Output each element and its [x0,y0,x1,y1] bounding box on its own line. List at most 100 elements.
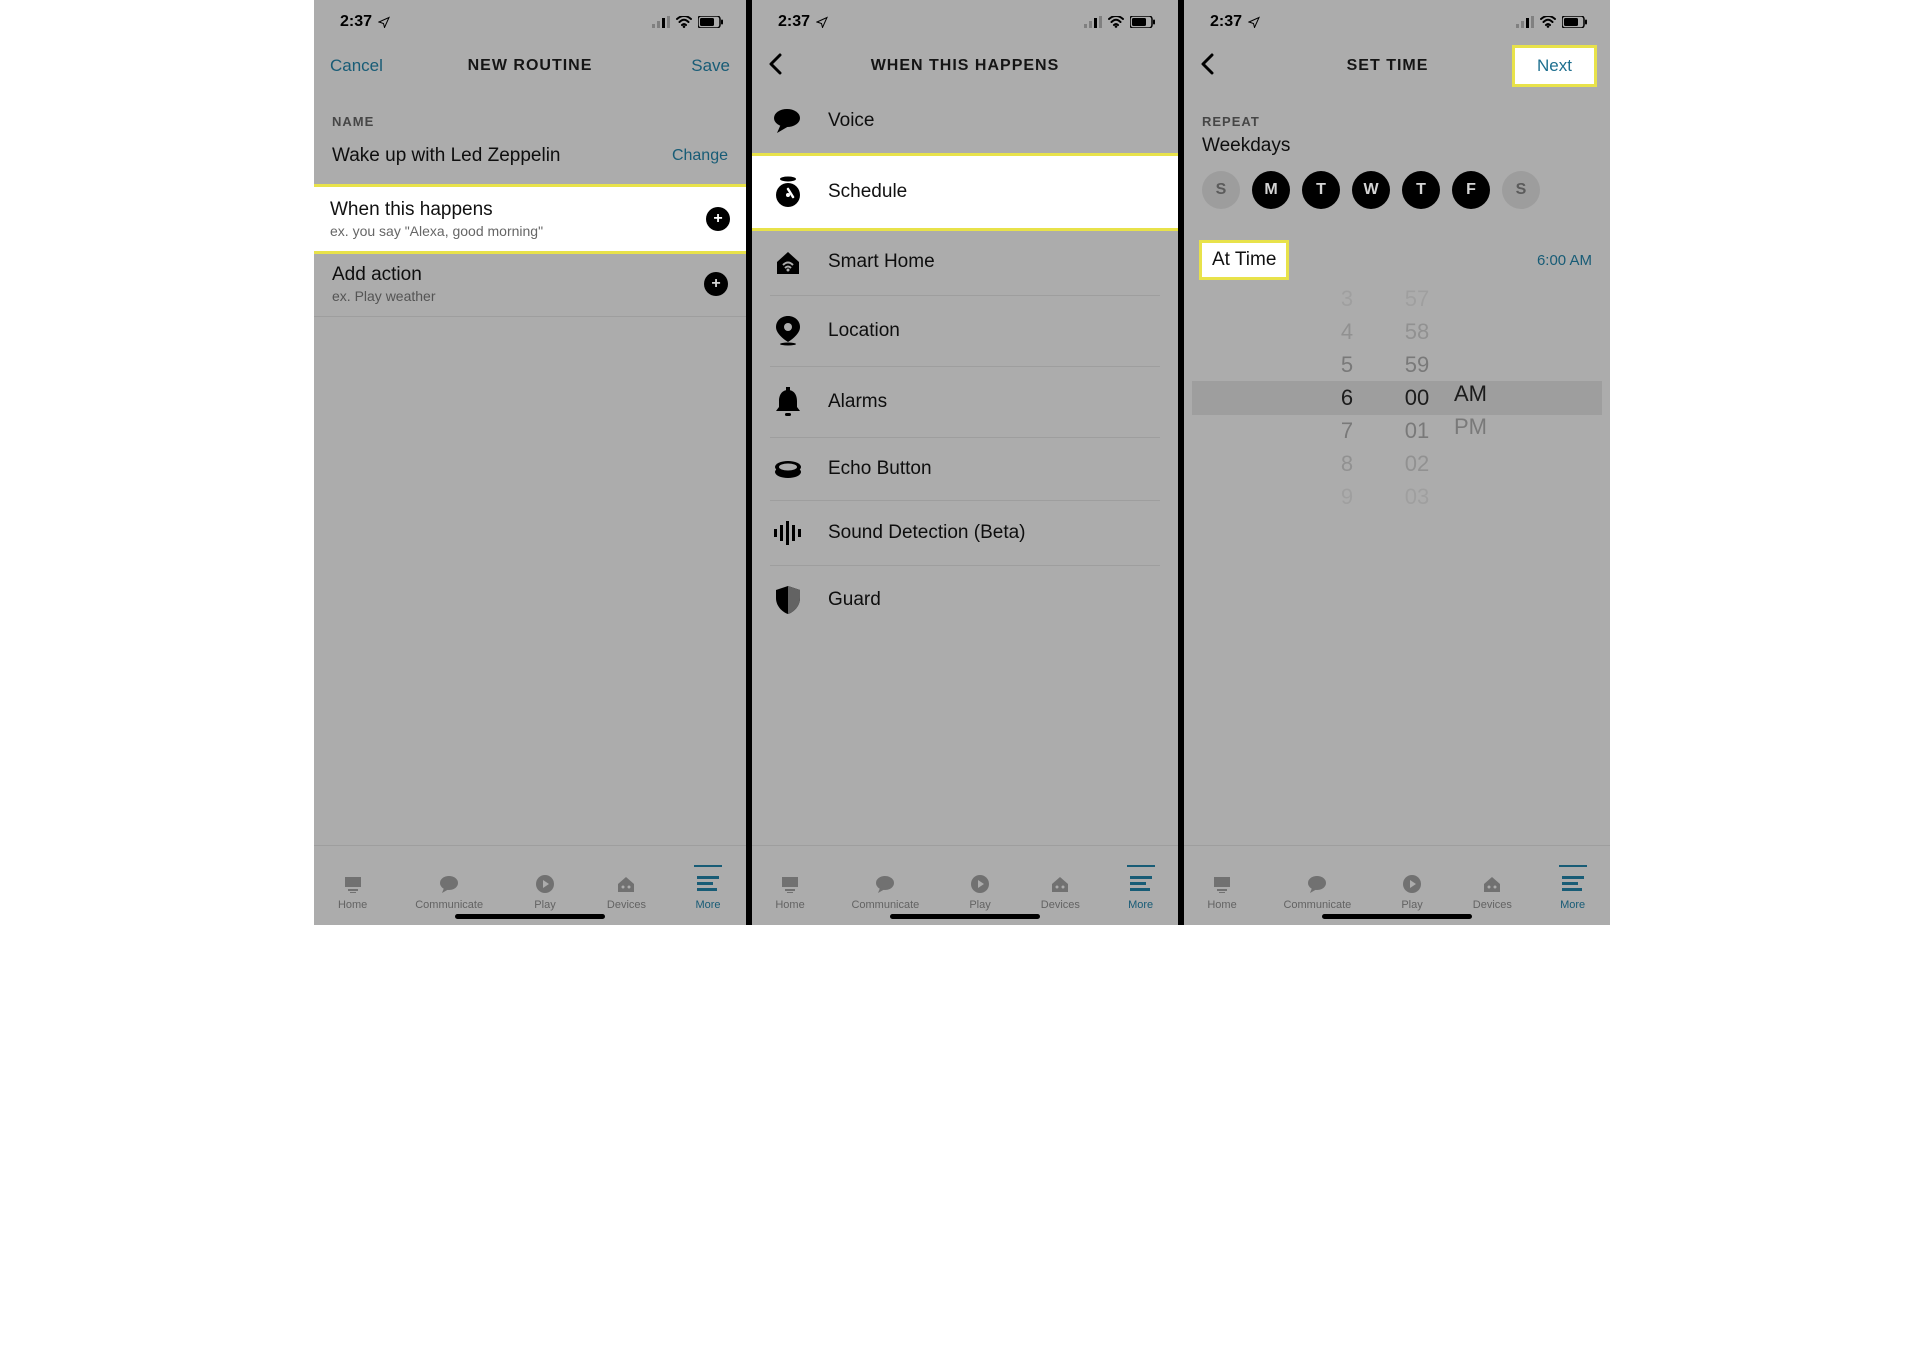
tab-communicate[interactable]: Communicate [1283,865,1351,911]
echo-button-icon [773,459,803,479]
wifi-icon [1108,16,1124,28]
trigger-guard[interactable]: Guard [770,566,1160,634]
trigger-schedule[interactable]: Schedule [752,155,1178,229]
location-arrow-icon [816,16,828,28]
tab-communicate[interactable]: Communicate [851,865,919,911]
devices-icon [1049,874,1071,894]
tab-home[interactable]: Home [338,865,367,911]
trigger-smart-home[interactable]: Smart Home [770,229,1160,296]
day-wed[interactable]: W [1352,171,1390,209]
tab-more[interactable]: More [694,865,722,911]
repeat-value: Weekdays [1184,135,1610,171]
day-picker: S M T W T F S [1184,171,1610,227]
more-icon [1562,876,1584,892]
page-title: NEW ROUTINE [390,57,670,75]
routine-name: Wake up with Led Zeppelin [332,145,560,167]
smart-home-icon [773,249,803,275]
screen-new-routine: 2:37 Cancel NEW ROUTINE Save NAME Wake u… [314,0,746,925]
cancel-button[interactable]: Cancel [330,56,390,76]
day-fri[interactable]: F [1452,171,1490,209]
at-time-row: At Time 6:00 AM [1184,227,1610,293]
tab-play[interactable]: Play [531,865,559,911]
home-icon [1211,875,1233,893]
day-thu[interactable]: T [1402,171,1440,209]
cellular-icon [1516,16,1534,28]
add-trigger-button[interactable]: + [706,207,730,231]
tab-bar: Home Communicate Play Devices More [314,845,746,925]
picker-minutes[interactable]: 57 58 59 00 01 02 03 [1382,297,1452,497]
tab-home[interactable]: Home [775,865,804,911]
home-indicator[interactable] [890,914,1040,919]
repeat-label: REPEAT [1184,88,1610,135]
battery-icon [698,16,724,28]
tab-communicate[interactable]: Communicate [415,865,483,911]
location-arrow-icon [1248,16,1260,28]
change-button[interactable]: Change [672,147,728,165]
status-bar: 2:37 [1184,0,1610,44]
wifi-icon [1540,16,1556,28]
header: Cancel NEW ROUTINE Save [314,44,746,88]
screen-set-time: 2:37 SET TIME Next REPEAT Weekdays S M T… [1178,0,1610,925]
schedule-icon [773,176,803,208]
day-tue[interactable]: T [1302,171,1340,209]
picker-hours[interactable]: 3 4 5 6 7 8 9 [1312,297,1382,497]
location-icon [776,316,800,346]
tab-play[interactable]: Play [1398,865,1426,911]
wifi-icon [676,16,692,28]
save-button[interactable]: Save [670,56,730,76]
voice-icon [773,108,803,134]
day-sun[interactable]: S [1202,171,1240,209]
sound-icon [773,521,803,545]
trigger-location[interactable]: Location [770,296,1160,367]
at-time-value[interactable]: 6:00 AM [1537,252,1592,269]
time-picker[interactable]: 3 4 5 6 7 8 9 57 58 59 00 01 02 03 [1192,297,1602,497]
at-time-label: At Time [1202,243,1286,277]
home-indicator[interactable] [455,914,605,919]
alarm-icon [775,387,801,417]
tab-play[interactable]: Play [966,865,994,911]
trigger-voice[interactable]: Voice [770,88,1160,155]
when-this-happens-row[interactable]: When this happens ex. you say "Alexa, go… [314,186,746,252]
trigger-echo-button[interactable]: Echo Button [770,438,1160,501]
add-action-button[interactable]: + [704,272,728,296]
day-sat[interactable]: S [1502,171,1540,209]
home-icon [779,875,801,893]
tab-more[interactable]: More [1559,865,1587,911]
add-action-title: Add action [332,264,436,286]
back-button[interactable] [1200,53,1260,80]
status-bar: 2:37 [752,0,1178,44]
tab-home[interactable]: Home [1207,865,1236,911]
tab-devices[interactable]: Devices [607,865,646,911]
trigger-sound-detection[interactable]: Sound Detection (Beta) [770,501,1160,566]
chat-icon [438,875,460,893]
play-icon [970,874,990,894]
screen-when-this-happens: 2:37 WHEN THIS HAPPENS Voice Schedule Sm… [746,0,1178,925]
play-icon [535,874,555,894]
battery-icon [1130,16,1156,28]
chat-icon [1306,875,1328,893]
back-button[interactable] [768,53,828,80]
more-icon [697,876,719,892]
status-time: 2:37 [340,13,372,31]
home-indicator[interactable] [1322,914,1472,919]
tab-bar: Home Communicate Play Devices More [752,845,1178,925]
chevron-left-icon [768,53,782,75]
when-subtitle: ex. you say "Alexa, good morning" [330,223,543,239]
page-title: WHEN THIS HAPPENS [828,57,1102,75]
page-title: SET TIME [1260,57,1515,75]
more-icon [1130,876,1152,892]
picker-ampm[interactable]: AM PM [1450,297,1520,497]
tab-devices[interactable]: Devices [1041,865,1080,911]
devices-icon [1481,874,1503,894]
day-mon[interactable]: M [1252,171,1290,209]
home-icon [342,875,364,893]
status-bar: 2:37 [314,0,746,44]
routine-name-row: Wake up with Led Zeppelin Change [314,139,746,186]
section-name-label: NAME [314,88,746,139]
next-button[interactable]: Next [1515,48,1594,84]
tab-devices[interactable]: Devices [1473,865,1512,911]
tab-more[interactable]: More [1127,865,1155,911]
trigger-alarms[interactable]: Alarms [770,367,1160,438]
tab-bar: Home Communicate Play Devices More [1184,845,1610,925]
add-action-row[interactable]: Add action ex. Play weather + [314,252,746,317]
